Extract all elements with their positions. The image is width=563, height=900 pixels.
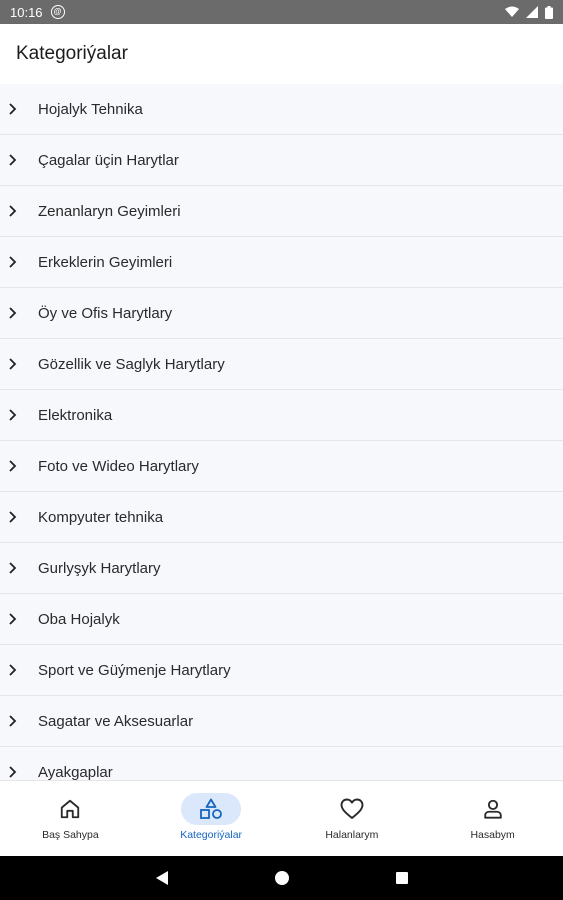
recents-square-icon <box>395 872 408 884</box>
category-row[interactable]: Gurlyşyk Harytlary <box>0 543 563 594</box>
category-label: Sport ve Güýmenje Harytlary <box>38 661 231 679</box>
chevron-right-icon <box>0 103 38 115</box>
nav-label: Halanlarym <box>325 829 379 841</box>
chevron-right-icon <box>0 409 38 421</box>
nav-label: Hasabym <box>470 829 515 841</box>
category-row[interactable]: Kompyuter tehnika <box>0 492 563 543</box>
category-row[interactable]: Erkeklerin Geyimleri <box>0 237 563 288</box>
category-label: Foto ve Wideo Harytlary <box>38 457 199 475</box>
category-label: Hojalyk Tehnika <box>38 100 143 118</box>
nav-label: Kategoriýalar <box>180 829 243 841</box>
chevron-right-icon <box>0 460 38 472</box>
category-row[interactable]: Hojalyk Tehnika <box>0 84 563 135</box>
nav-item-home[interactable]: Baş Sahypa <box>0 781 141 857</box>
category-row[interactable]: Öy ve Ofis Harytlary <box>0 288 563 339</box>
at-sign-icon: @ <box>50 5 65 19</box>
app-bar: Kategoriýalar <box>0 24 563 84</box>
category-row[interactable]: Foto ve Wideo Harytlary <box>0 441 563 492</box>
chevron-right-icon <box>0 562 38 574</box>
chevron-right-icon <box>0 613 38 625</box>
nav-item-account[interactable]: Hasabym <box>422 781 563 857</box>
chevron-right-icon <box>0 154 38 166</box>
category-label: Zenanlaryn Geyimleri <box>38 202 181 220</box>
category-label: Ayakgaplar <box>38 763 113 781</box>
status-bar: 10:16 @ <box>0 0 563 24</box>
category-label: Erkeklerin Geyimleri <box>38 253 173 271</box>
wifi-icon <box>505 6 519 17</box>
category-label: Elektronika <box>38 406 113 424</box>
heart-icon <box>340 798 364 819</box>
category-label: Gurlyşyk Harytlary <box>38 559 161 577</box>
chevron-right-icon <box>0 715 38 727</box>
nav-item-favorites[interactable]: Halanlarym <box>282 781 423 857</box>
chevron-right-icon <box>0 307 38 319</box>
home-icon <box>61 799 80 819</box>
category-label: Öy ve Ofis Harytlary <box>38 304 173 322</box>
back-button[interactable] <box>102 870 222 886</box>
category-row[interactable]: Sagatar ve Aksesuarlar <box>0 696 563 747</box>
bottom-navigation: Baş Sahypa Kategoriýalar Halanlarym Hasa… <box>0 780 563 857</box>
category-row[interactable]: Gözellik ve Saglyk Harytlary <box>0 339 563 390</box>
category-row[interactable]: Sport ve Güýmenje Harytlary <box>0 645 563 696</box>
chevron-right-icon <box>0 205 38 217</box>
category-label: Kompyuter tehnika <box>38 508 164 526</box>
battery-icon <box>545 5 553 19</box>
nav-label: Baş Sahypa <box>42 829 99 841</box>
back-triangle-icon <box>155 871 168 885</box>
category-row[interactable]: Zenanlaryn Geyimleri <box>0 186 563 237</box>
chevron-right-icon <box>0 256 38 268</box>
signal-icon <box>526 6 538 18</box>
category-row[interactable]: Ayakgaplar <box>0 747 563 780</box>
active-indicator <box>181 793 242 825</box>
chevron-right-icon <box>0 766 38 778</box>
category-label: Gözellik ve Saglyk Harytlary <box>38 355 225 373</box>
category-row[interactable]: Çagalar üçin Harytlar <box>0 135 563 186</box>
category-row[interactable]: Elektronika <box>0 390 563 441</box>
categories-shapes-icon <box>200 798 223 819</box>
category-label: Oba Hojalyk <box>38 610 120 628</box>
category-row[interactable]: Oba Hojalyk <box>0 594 563 645</box>
recents-button[interactable] <box>342 871 462 885</box>
chevron-right-icon <box>0 664 38 676</box>
home-system-button[interactable] <box>222 870 342 886</box>
home-circle-icon <box>274 871 289 885</box>
chevron-right-icon <box>0 511 38 523</box>
nav-item-categories[interactable]: Kategoriýalar <box>141 781 282 857</box>
status-time: 10:16 <box>10 4 43 20</box>
category-label: Sagatar ve Aksesuarlar <box>38 712 194 730</box>
category-label: Çagalar üçin Harytlar <box>38 151 179 169</box>
user-icon <box>483 799 502 819</box>
system-navigation-bar <box>0 856 563 900</box>
chevron-right-icon <box>0 358 38 370</box>
page-title: Kategoriýalar <box>16 43 128 64</box>
category-list[interactable]: Hojalyk Tehnika Çagalar üçin Harytlar Ze… <box>0 84 563 780</box>
